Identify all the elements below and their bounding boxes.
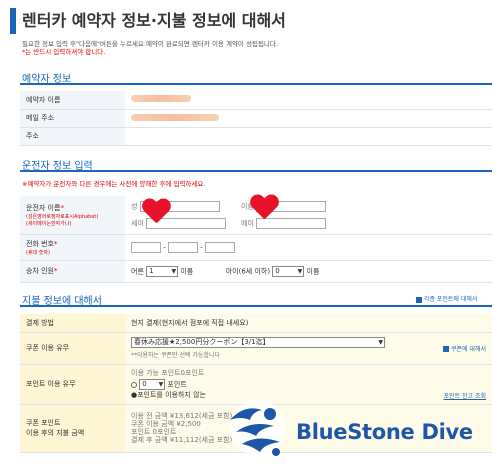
child-unit: 이름 [306, 267, 320, 275]
reservation-email-value [125, 109, 492, 128]
passengers-label: 승차 인원 [26, 267, 54, 275]
points-select-value: 0 [142, 380, 147, 388]
required-mark: * [54, 267, 58, 275]
phone-fields: - - [125, 234, 492, 261]
chevron-down-icon: ▼ [378, 339, 383, 346]
coupon-info-link-label: 쿠폰에 대해서 [450, 345, 486, 353]
diver-icon [230, 400, 286, 456]
chevron-down-icon: ▼ [171, 267, 177, 275]
coupon-note: **이용하는 쿠폰만 선택 가능합니다 [131, 352, 221, 359]
section-divider [20, 83, 492, 85]
method-label: 결제 방법 [20, 314, 125, 333]
driver-name-note: (성은영어로정자로표시Alphabet) [26, 213, 99, 220]
reservation-address-label: 주소 [20, 127, 125, 146]
phone-separator: - [163, 243, 166, 251]
chevron-down-icon: ▼ [158, 381, 164, 388]
passengers-fields: 어른 1 ▼ 이름 아이(6세 이하) 0 ▼ 이름 [125, 260, 492, 283]
passengers-label-cell: 승차 인원* [20, 260, 125, 283]
driver-name-label: 운전자 이름 [26, 203, 61, 212]
reservation-address-value [125, 127, 492, 146]
phone-separator: - [200, 243, 203, 251]
required-mark: * [54, 239, 58, 248]
coupon-info-link[interactable]: 쿠폰에 대해서 [443, 344, 486, 353]
coupon-label: 쿠폰 이용 유무 [20, 332, 125, 365]
driver-note: ※예약자가 운전자와 다른 경우에는 사전에 양해한 후에 입력하세요. [22, 180, 206, 188]
total-label-line: 쿠폰 포인트 [26, 419, 61, 427]
phone-note: (휴대 숫자) [26, 249, 50, 256]
total-label-line: 이용 후의 지불 금액 [26, 429, 85, 437]
adult-select[interactable]: 1 ▼ [146, 265, 179, 277]
phone-input-1[interactable] [131, 241, 161, 253]
child-select-value: 0 [275, 266, 280, 275]
reservation-table: 예약자 이름 메일 주소 주소 [20, 91, 492, 146]
points-radio-use[interactable] [131, 381, 137, 388]
total-label: 쿠폰 포인트 이용 후의 지불 금액 [20, 404, 125, 453]
section-divider [20, 305, 492, 307]
link-arrow-icon [443, 346, 450, 352]
coupon-select-value: 春休み応援★2,500円分クーポン【3/1迄】 [134, 338, 270, 346]
reservation-name-value [125, 91, 492, 110]
intro-line: 필요한 정보 입력 후"다음에"버튼을 누르세요.예약이 완료되면 렌터카 이용… [22, 40, 278, 48]
reservation-email-label: 메일 주소 [20, 109, 125, 128]
driver-name-fields: 성 이름 세이 메이 [125, 196, 492, 235]
points-info-link[interactable]: 각종 포인트에 대해서 [416, 294, 477, 303]
page-title: 렌터카 예약자 정보·지불 정보에 대해서 [10, 8, 286, 34]
points-info-link-label: 각종 포인트에 대해서 [423, 296, 478, 303]
bluestone-dive-logo: BlueStone Dive [222, 398, 492, 466]
watermark-text: BlueStone Dive [296, 420, 473, 444]
heart-sticker-icon [142, 199, 170, 225]
phone-input-3[interactable] [205, 241, 235, 253]
link-arrow-icon [416, 296, 422, 303]
redacted-value [131, 95, 191, 103]
chevron-down-icon: ▼ [297, 267, 303, 275]
surname-label: 성 [131, 202, 138, 211]
driver-name-label-cell: 운전자 이름* (성은영어로정자로표시Alphabet) (세이메이는한자가나) [20, 196, 125, 235]
phone-input-2[interactable] [168, 241, 198, 253]
phone-label: 전화 번호 [26, 239, 54, 248]
points-unit: 포인트 [167, 380, 187, 389]
section-divider [20, 170, 492, 172]
required-mark: * [60, 203, 64, 212]
redacted-value [131, 113, 219, 121]
phone-label-cell: 전화 번호* (휴대 숫자) [20, 234, 125, 261]
points-select[interactable]: 0 ▼ [139, 379, 166, 390]
adult-unit: 이름 [180, 267, 194, 275]
points-available: 이용 가능 포인트0포인트 [131, 369, 205, 377]
adult-label: 어른 [131, 267, 144, 275]
adult-select-value: 1 [149, 266, 154, 275]
child-label: 아이(6세 이하) [225, 267, 271, 275]
child-select[interactable]: 0 ▼ [272, 265, 305, 277]
coupon-select[interactable]: 春休み応援★2,500円分クーポン【3/1迄】 ▼ [131, 337, 385, 348]
intro-text: 필요한 정보 입력 후"다음에"버튼을 누르세요.예약이 완료되면 렌터카 이용… [22, 40, 278, 56]
coupon-fields: 春休み応援★2,500円分クーポン【3/1迄】 ▼ **이용하는 쿠폰만 선택 가… [125, 332, 492, 365]
reservation-name-label: 예약자 이름 [20, 91, 125, 110]
required-note: *는 반드시 입력하셔야 합니다. [22, 48, 106, 56]
method-value: 현지 결제(현지에서 점포에 직접 내세요) [125, 314, 492, 333]
points-label: 포인트 이용 유무 [20, 364, 125, 405]
driver-name-note: (세이메이는한자가나) [26, 220, 72, 227]
heart-sticker-icon [250, 195, 278, 221]
